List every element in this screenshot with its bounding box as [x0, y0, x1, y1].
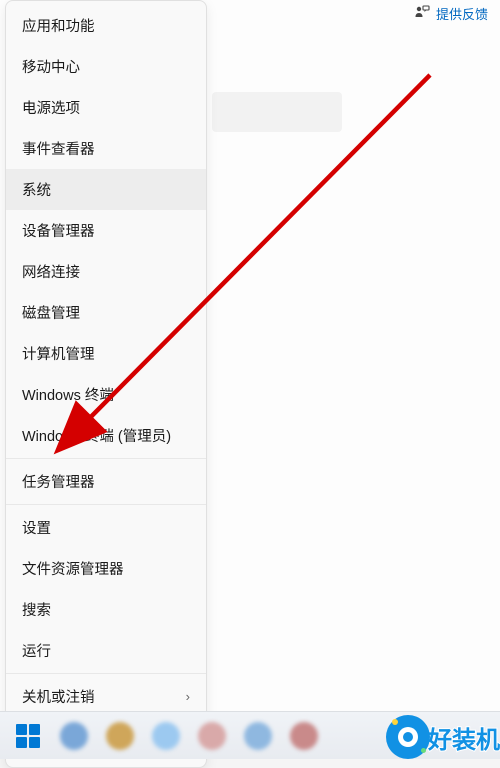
winx-context-menu: 应用和功能移动中心电源选项事件查看器系统设备管理器网络连接磁盘管理计算机管理 Wi…: [5, 0, 207, 768]
menu-item-1[interactable]: 移动中心: [6, 46, 206, 87]
menu-item-10[interactable]: Windows 终端 (管理员): [6, 415, 206, 456]
menu-item-8[interactable]: 计算机管理: [6, 333, 206, 374]
menu-item-11[interactable]: 任务管理器: [6, 461, 206, 502]
menu-item-3[interactable]: 事件查看器: [6, 128, 206, 169]
menu-separator: [6, 458, 206, 459]
menu-item-label: 系统: [22, 179, 51, 200]
menu-item-14[interactable]: 搜索: [6, 589, 206, 630]
menu-item-label: 运行: [22, 640, 51, 661]
menu-item-2[interactable]: 电源选项: [6, 87, 206, 128]
taskbar-app-2[interactable]: [100, 716, 140, 756]
menu-item-4[interactable]: 系统: [6, 169, 206, 210]
menu-item-label: 文件资源管理器: [22, 558, 124, 579]
menu-item-label: 设备管理器: [22, 220, 95, 241]
menu-item-label: 移动中心: [22, 56, 80, 77]
watermark-text: 好装机: [428, 720, 500, 755]
watermark: 好装机: [386, 715, 500, 759]
menu-separator: [6, 673, 206, 674]
start-button[interactable]: [8, 716, 48, 756]
menu-item-label: 任务管理器: [22, 471, 95, 492]
feedback-icon: [414, 5, 430, 22]
menu-item-label: 应用和功能: [22, 15, 95, 36]
windows-icon: [16, 724, 40, 748]
menu-item-9[interactable]: Windows 终端: [6, 374, 206, 415]
menu-item-6[interactable]: 网络连接: [6, 251, 206, 292]
menu-item-label: 计算机管理: [22, 343, 95, 364]
taskbar-app-5[interactable]: [238, 716, 278, 756]
taskbar-app-4[interactable]: [192, 716, 232, 756]
background-panel: [212, 92, 342, 132]
menu-item-5[interactable]: 设备管理器: [6, 210, 206, 251]
menu-item-13[interactable]: 文件资源管理器: [6, 548, 206, 589]
menu-item-label: 磁盘管理: [22, 302, 80, 323]
taskbar-app-6[interactable]: [284, 716, 324, 756]
watermark-logo-icon: [386, 715, 430, 759]
menu-item-label: 电源选项: [22, 97, 80, 118]
menu-item-15[interactable]: 运行: [6, 630, 206, 671]
menu-item-label: 设置: [22, 517, 51, 538]
menu-item-label: Windows 终端 (管理员): [22, 425, 171, 446]
menu-item-label: 事件查看器: [22, 138, 95, 159]
menu-separator: [6, 504, 206, 505]
menu-item-label: 搜索: [22, 599, 51, 620]
menu-item-label: 关机或注销: [22, 686, 95, 707]
menu-item-12[interactable]: 设置: [6, 507, 206, 548]
menu-item-7[interactable]: 磁盘管理: [6, 292, 206, 333]
menu-item-label: 网络连接: [22, 261, 80, 282]
feedback-label: 提供反馈: [436, 4, 488, 23]
feedback-link[interactable]: 提供反馈: [414, 4, 488, 23]
taskbar-app-1[interactable]: [54, 716, 94, 756]
taskbar-app-3[interactable]: [146, 716, 186, 756]
menu-item-0[interactable]: 应用和功能: [6, 5, 206, 46]
chevron-right-icon: ›: [186, 689, 190, 704]
menu-item-label: Windows 终端: [22, 384, 114, 405]
